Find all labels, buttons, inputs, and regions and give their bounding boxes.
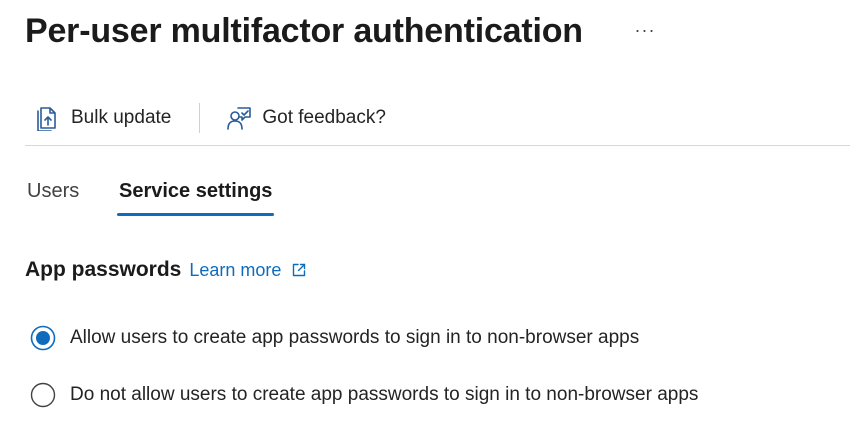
- radio-unchecked-icon[interactable]: [30, 382, 56, 408]
- app-passwords-heading: App passwords: [25, 258, 182, 281]
- ellipsis-icon: ···: [634, 19, 656, 40]
- feedback-label: Got feedback?: [262, 107, 386, 128]
- feedback-button[interactable]: Got feedback?: [214, 98, 398, 138]
- bulk-update-label: Bulk update: [71, 107, 172, 128]
- tab-users[interactable]: Users: [25, 170, 117, 212]
- radio-disallow-label: Do not allow users to create app passwor…: [70, 384, 699, 405]
- more-options-button[interactable]: ···: [632, 14, 658, 46]
- feedback-icon: [226, 105, 252, 131]
- tab-list: Users Service settings: [25, 170, 275, 216]
- app-passwords-section: App passwords Learn more: [25, 258, 307, 282]
- radio-allow-label: Allow users to create app passwords to s…: [70, 327, 640, 348]
- radio-disallow-app-passwords[interactable]: Do not allow users to create app passwor…: [30, 382, 698, 408]
- toolbar-divider: [199, 103, 201, 133]
- bulk-update-icon: [35, 105, 61, 131]
- command-bar: Bulk update Got feedback?: [25, 98, 398, 138]
- page-header: Per-user multifactor authentication: [25, 8, 583, 54]
- learn-more-label: Learn more: [189, 259, 282, 280]
- radio-checked-icon[interactable]: [30, 325, 56, 351]
- tab-service-settings[interactable]: Service settings: [117, 170, 275, 216]
- learn-more-link[interactable]: Learn more: [189, 260, 307, 281]
- bulk-update-button[interactable]: Bulk update: [25, 98, 183, 138]
- page-title: Per-user multifactor authentication: [25, 11, 583, 50]
- radio-allow-app-passwords[interactable]: Allow users to create app passwords to s…: [30, 325, 639, 351]
- external-link-icon: [291, 262, 307, 278]
- toolbar-separator: [25, 145, 850, 146]
